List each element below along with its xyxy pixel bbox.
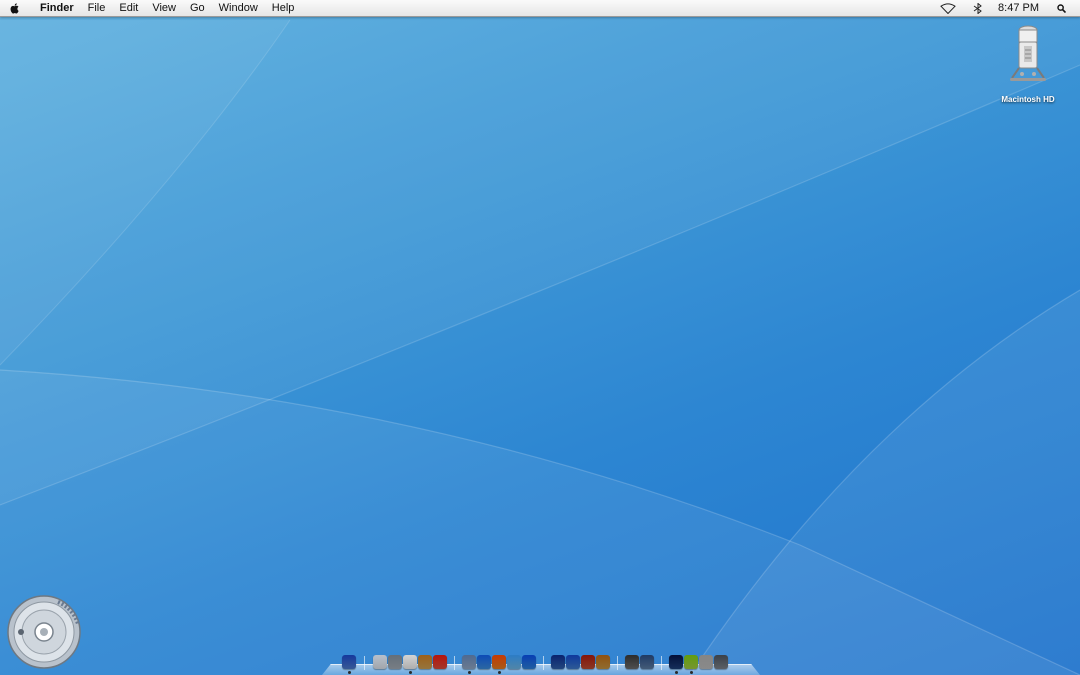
garageband-icon[interactable] bbox=[596, 655, 610, 669]
iphoto-icon[interactable] bbox=[566, 655, 580, 669]
airport-wifi-icon bbox=[940, 2, 956, 14]
desktop-icon-macintosh-hd[interactable]: Macintosh HD bbox=[988, 24, 1068, 104]
spotlight-search-icon bbox=[1057, 3, 1066, 13]
ichat-icon[interactable] bbox=[388, 655, 402, 669]
apple-icon bbox=[10, 2, 19, 14]
running-indicator bbox=[467, 671, 471, 674]
bluetooth-menu[interactable] bbox=[972, 2, 984, 14]
bluetooth-icon bbox=[973, 2, 982, 14]
menu-window[interactable]: Window bbox=[212, 0, 265, 16]
firefox-icon[interactable] bbox=[492, 655, 506, 669]
dvd-player-icon[interactable] bbox=[699, 655, 713, 669]
menu-go[interactable]: Go bbox=[183, 0, 212, 16]
airport-wifi-menu[interactable] bbox=[940, 2, 956, 14]
dock bbox=[322, 652, 760, 675]
preview-icon[interactable] bbox=[507, 655, 521, 669]
safari-icon[interactable] bbox=[477, 655, 491, 669]
wallpaper-waves bbox=[0, 0, 1080, 675]
menu-app-name[interactable]: Finder bbox=[30, 0, 81, 16]
menu-file[interactable]: File bbox=[81, 0, 113, 16]
menu-bar: Finder File Edit View Go Window Help 8:4… bbox=[0, 0, 1080, 17]
textedit-icon[interactable] bbox=[403, 655, 417, 669]
dock-separator bbox=[364, 656, 365, 670]
desktop-icon-label: Macintosh HD bbox=[1001, 95, 1055, 104]
menu-edit[interactable]: Edit bbox=[112, 0, 145, 16]
running-indicator bbox=[674, 671, 678, 674]
running-indicator bbox=[689, 671, 693, 674]
menu-clock[interactable]: 8:47 PM bbox=[998, 2, 1039, 14]
photoshop-icon[interactable] bbox=[669, 655, 683, 669]
dock-separator bbox=[543, 656, 544, 670]
dock-separator bbox=[454, 656, 455, 670]
running-indicator bbox=[347, 671, 351, 674]
dock-separator bbox=[661, 656, 662, 670]
ical-icon[interactable] bbox=[433, 655, 447, 669]
desktop: Finder File Edit View Go Window Help 8:4… bbox=[0, 0, 1080, 675]
idvd-icon[interactable] bbox=[581, 655, 595, 669]
trash-icon[interactable] bbox=[714, 655, 728, 669]
menu-help[interactable]: Help bbox=[265, 0, 302, 16]
internet-explorer-icon[interactable] bbox=[522, 655, 536, 669]
spotlight-button[interactable] bbox=[1057, 3, 1066, 13]
disc-burner-widget[interactable] bbox=[6, 594, 82, 670]
finder-icon[interactable] bbox=[342, 655, 356, 669]
disc-burner-icon bbox=[7, 595, 81, 669]
imovie-icon[interactable] bbox=[551, 655, 565, 669]
menu-view[interactable]: View bbox=[145, 0, 183, 16]
running-indicator bbox=[408, 671, 412, 674]
script-editor-icon[interactable] bbox=[684, 655, 698, 669]
apple-menu-button[interactable] bbox=[0, 2, 30, 14]
dock-separator bbox=[617, 656, 618, 670]
hard-drive-icon bbox=[1010, 25, 1046, 81]
running-indicator bbox=[497, 671, 501, 674]
remote-desktop-icon[interactable] bbox=[640, 655, 654, 669]
utility-icon[interactable] bbox=[625, 655, 639, 669]
address-book-icon[interactable] bbox=[418, 655, 432, 669]
mail-icon[interactable] bbox=[373, 655, 387, 669]
system-preferences-icon[interactable] bbox=[462, 655, 476, 669]
